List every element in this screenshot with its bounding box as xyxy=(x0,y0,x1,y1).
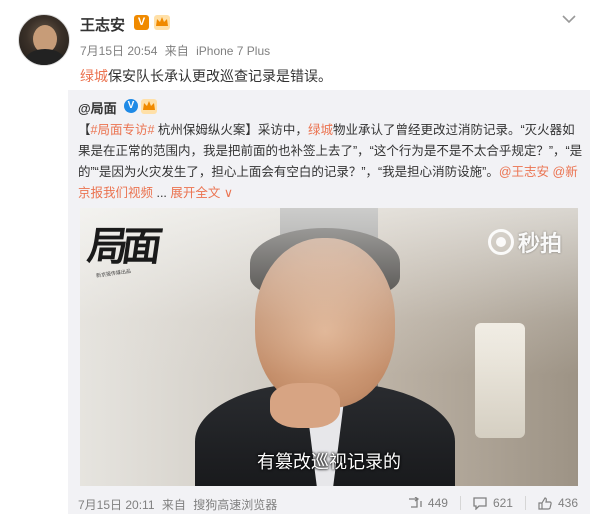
like-button[interactable]: 436 xyxy=(524,496,590,510)
avatar[interactable] xyxy=(18,14,70,66)
like-icon xyxy=(538,496,552,510)
repost-stats: 449 621 436 xyxy=(396,492,590,514)
chevron-down-icon[interactable]: ∨ xyxy=(224,186,233,200)
post-date[interactable]: 7月15日 20:54 xyxy=(80,44,157,58)
keyword-link[interactable]: 绿城 xyxy=(308,123,333,137)
miaopai-eye-icon xyxy=(487,229,514,255)
comment-button[interactable]: 621 xyxy=(459,496,525,510)
chevron-down-icon[interactable] xyxy=(562,14,576,24)
repost-button[interactable]: 449 xyxy=(396,496,460,510)
repost-meta: 7月15日 20:11 来自 搜狗高速浏览器 xyxy=(78,496,281,513)
bracket-open: 【 xyxy=(78,123,91,137)
topic-title: 杭州保姆纵火案 xyxy=(154,123,246,137)
bracket-close: 】 xyxy=(245,123,258,137)
repost-date[interactable]: 7月15日 20:11 xyxy=(78,498,155,512)
repost-author[interactable]: @局面 xyxy=(78,98,117,117)
post-text-body: 保安队长承认更改巡查记录是错误。 xyxy=(108,68,332,84)
video-player[interactable]: 局面 新京报传媒出品 秒拍 有篡改巡视记录的 xyxy=(80,208,578,486)
verified-badge-icon: V xyxy=(134,15,149,30)
keyword-link[interactable]: 绿城 xyxy=(80,68,108,84)
post-meta: 7月15日 20:54 来自 iPhone 7 Plus xyxy=(80,42,274,59)
crown-icon xyxy=(141,99,157,114)
repost-text-part1: 采访中， xyxy=(257,123,308,137)
topic-link[interactable]: #局面专访# xyxy=(91,123,155,137)
comment-count: 621 xyxy=(492,496,513,510)
post-source: iPhone 7 Plus xyxy=(196,44,271,58)
video-subtitle: 有篡改巡视记录的 xyxy=(257,452,401,472)
mention-link[interactable]: @王志安 xyxy=(499,165,549,179)
expand-dots: ... xyxy=(153,186,171,200)
repost-text: 【#局面专访# 杭州保姆纵火案】采访中，绿城物业承认了曾经更改过消防记录。“灭火… xyxy=(78,120,584,204)
post-text: 绿城保安队长承认更改巡查记录是错误。 xyxy=(80,66,332,86)
weibo-post: 王志安 V 7月15日 20:54 来自 iPhone 7 Plus 绿城保安队… xyxy=(0,0,590,514)
expand-full-text-link[interactable]: 展开全文 xyxy=(170,186,220,200)
crown-icon xyxy=(154,15,170,30)
comment-icon xyxy=(473,496,487,510)
username[interactable]: 王志安 xyxy=(80,14,125,35)
like-count: 436 xyxy=(557,496,578,510)
miaopai-label: 秒拍 xyxy=(517,231,562,256)
jumian-logo: 局面 xyxy=(84,223,160,270)
post-source-prefix: 来自 xyxy=(164,44,189,58)
repost-source-prefix: 来自 xyxy=(161,498,186,512)
repost-source: 搜狗高速浏览器 xyxy=(193,498,278,512)
repost-count: 449 xyxy=(427,496,448,510)
repost-box: @局面 V 【#局面专访# 杭州保姆纵火案】采访中，绿城物业承认了曾经更改过消防… xyxy=(68,90,590,514)
verified-blue-icon: V xyxy=(124,99,138,113)
miaopai-watermark: 秒拍 xyxy=(487,228,562,256)
repost-icon xyxy=(408,497,422,508)
